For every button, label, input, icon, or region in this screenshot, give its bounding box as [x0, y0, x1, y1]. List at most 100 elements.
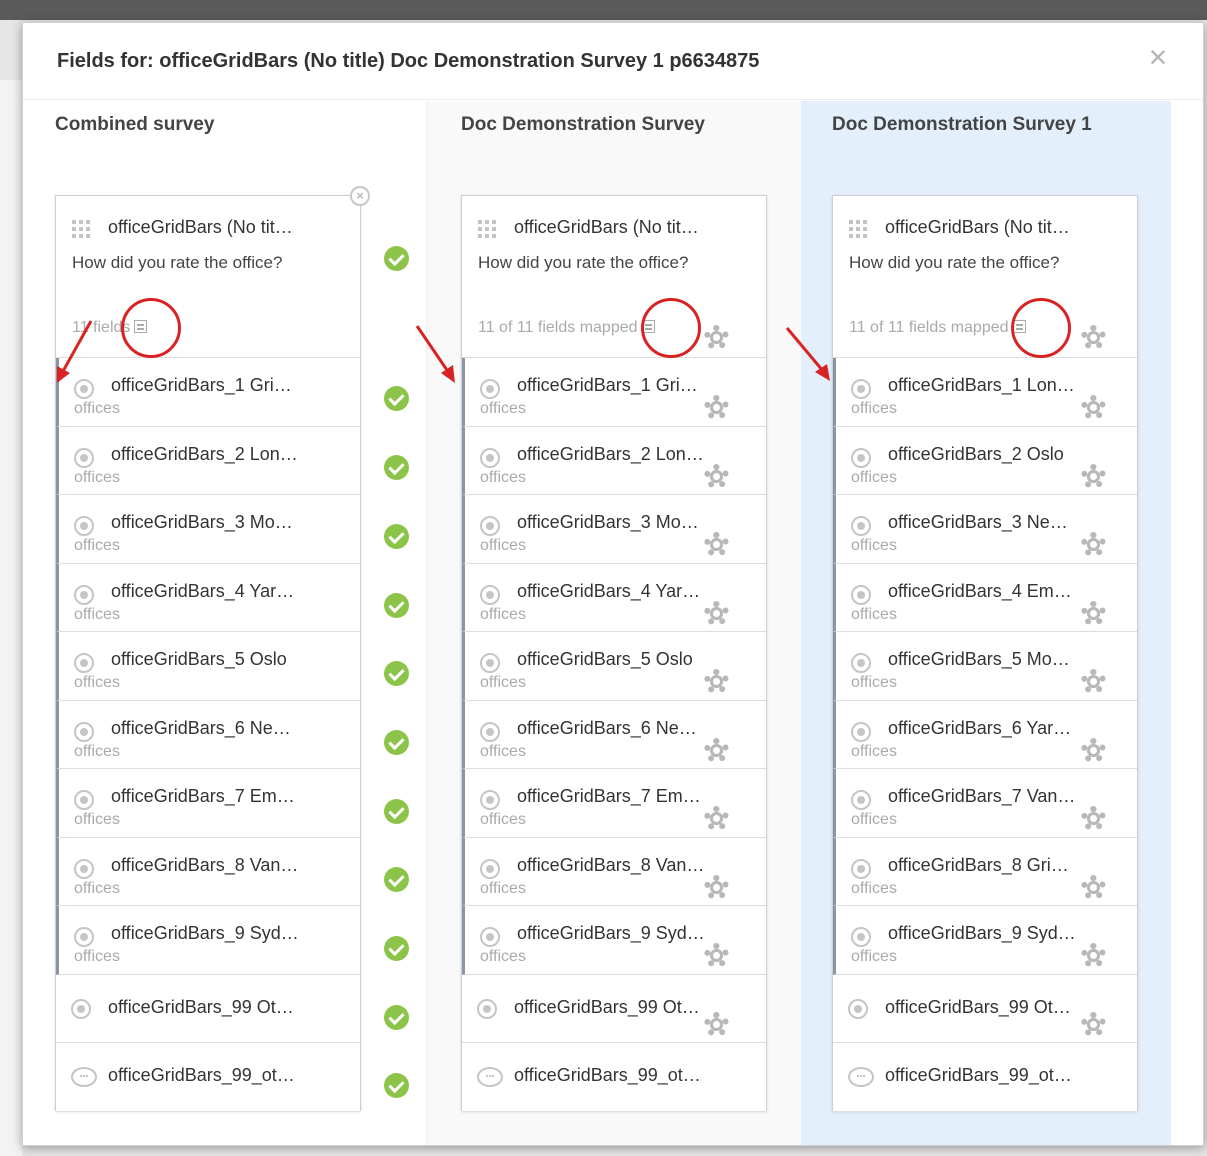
field-group: offices	[74, 537, 120, 554]
field-group: offices	[74, 879, 120, 897]
question-field-count: 11 of 11 fields mapped	[478, 319, 655, 337]
radio-icon	[74, 927, 94, 947]
field-row[interactable]: officeGridBars_4 Yar… offices	[56, 563, 360, 632]
field-label: officeGridBars_6 Yar…	[888, 717, 1072, 738]
field-label: officeGridBars_5 Mo…	[888, 649, 1070, 669]
field-row[interactable]: officeGridBars_9 Syd… offices	[56, 906, 360, 975]
gear-icon[interactable]	[704, 325, 729, 350]
field-row[interactable]: officeGridBars_5 Oslo offices	[56, 632, 360, 701]
radio-icon	[851, 447, 871, 468]
question-text: How did you rate the office?	[478, 253, 689, 272]
field-label: officeGridBars_9 Syd…	[888, 923, 1076, 943]
radio-icon	[480, 653, 500, 673]
list-icon[interactable]	[134, 320, 148, 333]
check-icon	[384, 1073, 409, 1098]
gear-icon[interactable]	[1081, 875, 1106, 900]
radio-icon	[480, 379, 500, 399]
gear-icon[interactable]	[1081, 325, 1106, 350]
field-label: officeGridBars_6 Ne…	[111, 717, 291, 738]
column-title: Doc Demonstration Survey	[461, 114, 705, 135]
gear-icon[interactable]	[704, 532, 729, 557]
gear-icon[interactable]	[704, 738, 729, 763]
gear-icon[interactable]	[704, 669, 729, 694]
field-label: officeGridBars_3 Ne…	[888, 512, 1068, 532]
field-label: officeGridBars_1 Gri…	[111, 375, 292, 395]
radio-icon	[480, 790, 500, 810]
field-label: officeGridBars_8 Van…	[517, 854, 705, 875]
radio-icon	[851, 858, 871, 879]
field-group: offices	[74, 674, 120, 691]
radio-icon	[851, 790, 871, 810]
field-count-text: 11 of 11 fields mapped	[478, 319, 638, 336]
gear-icon[interactable]	[704, 1012, 729, 1037]
gear-icon[interactable]	[704, 943, 729, 968]
field-row[interactable]: officeGridBars_99_ot…	[56, 1043, 360, 1112]
gear-icon[interactable]	[704, 464, 729, 489]
question-card[interactable]: officeGridBars (No tit… How did you rate…	[56, 186, 370, 358]
gear-icon[interactable]	[704, 601, 729, 626]
question-field-count: 11 of 11 fields mapped	[849, 319, 1026, 337]
check-icon	[384, 593, 409, 618]
gear-icon[interactable]	[704, 806, 729, 831]
field-row[interactable]: officeGridBars_1 Gri… offices	[56, 358, 360, 427]
gear-icon[interactable]	[1081, 601, 1106, 626]
field-label: officeGridBars_4 Yar…	[517, 580, 701, 601]
radio-icon	[851, 584, 871, 605]
radio-icon	[480, 584, 500, 605]
check-icon	[384, 246, 409, 271]
field-group: offices	[480, 605, 526, 623]
field-row[interactable]: officeGridBars_99_ot…	[833, 1043, 1137, 1112]
check-icon	[384, 455, 409, 480]
field-group: offices	[74, 948, 120, 965]
field-row[interactable]: officeGridBars_99 Ot…	[56, 974, 360, 1043]
dialog-title: Fields for: officeGridBars (No title) Do…	[57, 50, 760, 72]
gear-icon[interactable]	[704, 395, 729, 420]
grid-icon	[72, 220, 94, 240]
field-row[interactable]: officeGridBars_2 Lon… offices	[56, 426, 360, 495]
field-row[interactable]: officeGridBars_99_ot…	[462, 1043, 766, 1112]
field-list: officeGridBars_1 Gri… offices officeGridBa…	[56, 358, 360, 1112]
field-row[interactable]: officeGridBars_8 Van… offices	[56, 837, 360, 906]
field-label: officeGridBars_6 Ne…	[517, 717, 697, 738]
background-app-bar	[0, 0, 1207, 20]
radio-icon	[851, 927, 871, 947]
field-label: officeGridBars_7 Van…	[888, 786, 1076, 806]
gear-icon[interactable]	[1081, 669, 1106, 694]
column-combined-survey: Combined survey officeGridBars (No tit… …	[23, 101, 426, 1145]
check-icon	[384, 867, 409, 892]
field-label: officeGridBars_7 Em…	[517, 786, 701, 806]
field-group: offices	[480, 674, 526, 691]
gear-icon[interactable]	[1081, 738, 1106, 763]
question-title: officeGridBars (No tit…	[108, 217, 293, 237]
chat-icon	[848, 1067, 874, 1087]
field-row[interactable]: officeGridBars_6 Ne… offices	[56, 700, 360, 769]
list-icon[interactable]	[1012, 320, 1026, 333]
gear-icon[interactable]	[1081, 395, 1106, 420]
gear-icon[interactable]	[1081, 806, 1106, 831]
field-group: offices	[480, 742, 526, 760]
list-icon[interactable]	[641, 320, 655, 333]
question-box: officeGridBars (No tit… How did you rate…	[55, 186, 370, 1112]
field-label: officeGridBars_1 Gri…	[517, 375, 698, 395]
check-icon	[384, 661, 409, 686]
field-row[interactable]: officeGridBars_3 Mo… offices	[56, 495, 360, 564]
field-row[interactable]: officeGridBars_7 Em… offices	[56, 769, 360, 838]
gear-icon[interactable]	[704, 875, 729, 900]
radio-icon	[851, 379, 871, 399]
gear-icon[interactable]	[1081, 532, 1106, 557]
radio-icon	[848, 998, 868, 1019]
remove-icon[interactable]: ×	[350, 186, 370, 206]
field-group: offices	[851, 537, 897, 554]
close-icon[interactable]: ×	[1143, 41, 1173, 73]
field-group: offices	[851, 811, 897, 828]
grid-icon	[478, 220, 500, 240]
gear-icon[interactable]	[1081, 464, 1106, 489]
field-label: officeGridBars_3 Mo…	[517, 512, 699, 532]
gear-icon[interactable]	[1081, 1012, 1106, 1037]
gear-icon[interactable]	[1081, 943, 1106, 968]
radio-icon	[480, 516, 500, 536]
radio-icon	[74, 653, 94, 673]
check-icon	[384, 1005, 409, 1030]
field-group: offices	[74, 400, 120, 417]
field-label: officeGridBars_2 Lon…	[111, 443, 298, 464]
